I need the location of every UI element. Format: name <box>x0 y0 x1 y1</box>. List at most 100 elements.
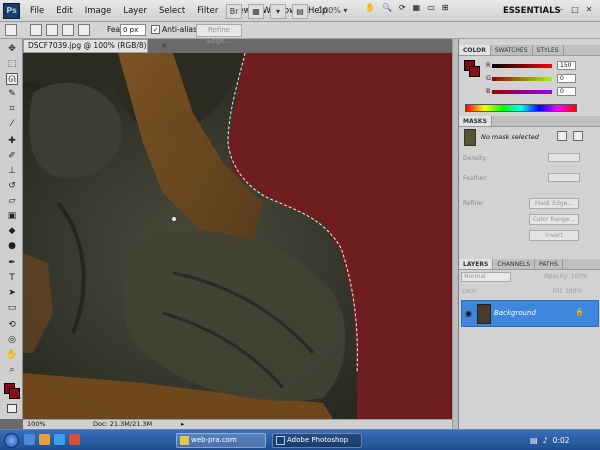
blue-label: B <box>486 87 491 95</box>
feather-input[interactable]: 0 px <box>120 24 146 36</box>
opacity-value[interactable]: 100% <box>571 273 588 280</box>
tab-paths[interactable]: PATHS <box>535 259 563 269</box>
tab-masks[interactable]: MASKS <box>459 116 492 126</box>
workspace-switcher[interactable]: ESSENTIALS <box>503 4 561 18</box>
zoom-icon[interactable]: 🔍 <box>382 3 392 19</box>
status-menu-arrow[interactable]: ▸ <box>181 420 184 429</box>
volume-icon[interactable]: ♪ <box>543 436 548 445</box>
network-icon[interactable]: ▤ <box>530 436 538 445</box>
eyedropper-tool-icon[interactable]: ⁄ <box>6 118 18 130</box>
quick-mask-button[interactable] <box>7 404 17 413</box>
mask-edge-button[interactable]: Mask Edge... <box>529 198 579 209</box>
arrange-icon[interactable]: ▤ <box>292 3 308 19</box>
path-select-tool-icon[interactable]: ➤ <box>6 287 18 299</box>
status-zoom[interactable]: 100% <box>27 420 46 429</box>
background-color-swatch[interactable] <box>9 388 20 399</box>
hand-tool-icon[interactable]: ✋ <box>6 349 18 361</box>
tab-swatches[interactable]: SWATCHES <box>491 45 533 55</box>
zoom-level-select[interactable]: 100% ▾ <box>318 4 358 18</box>
show-desktop-icon[interactable] <box>24 434 35 445</box>
rotate-view-icon[interactable]: ⟳ <box>399 3 406 19</box>
tab-channels[interactable]: CHANNELS <box>493 259 536 269</box>
arrange-docs-icon[interactable]: ⊞ <box>442 3 449 19</box>
tab-styles[interactable]: STYLES <box>533 45 564 55</box>
brush-tool-icon[interactable]: ✐ <box>6 150 18 162</box>
close-button[interactable]: ✕ <box>584 4 594 16</box>
3d-orbit-tool-icon[interactable]: ◎ <box>6 334 18 346</box>
vector-mask-icon[interactable] <box>573 131 583 141</box>
tab-color[interactable]: COLOR <box>459 45 491 55</box>
menu-file[interactable]: File <box>24 0 50 22</box>
extras-icon[interactable]: ▾ <box>270 3 286 19</box>
density-field[interactable] <box>548 153 580 162</box>
3d-rotate-tool-icon[interactable]: ⟲ <box>6 319 18 331</box>
layer-row-background[interactable]: ◉ Background 🔒 <box>461 300 599 327</box>
taskbar-item-browser-label: web-pra.com <box>191 436 237 444</box>
bridge-icon[interactable]: Br <box>226 3 242 19</box>
gradient-tool-icon[interactable]: ▣ <box>6 210 18 222</box>
blue-slider[interactable] <box>492 90 552 94</box>
pen-tool-icon[interactable]: ✒ <box>6 257 18 269</box>
new-selection-icon[interactable] <box>30 24 42 36</box>
menu-filter[interactable]: Filter <box>191 0 224 22</box>
dodge-tool-icon[interactable]: ● <box>6 240 18 252</box>
tab-layers[interactable]: LAYERS <box>459 259 494 269</box>
healing-brush-tool-icon[interactable]: ✚ <box>6 135 18 147</box>
toolbox: ✥ ⬚ ᘏ ✎ ⌗ ⁄ ✚ ✐ ⊥ ↺ ▱ ▣ ◆ ● ✒ T ➤ ▭ ⟲ ◎ … <box>0 39 23 419</box>
green-slider[interactable] <box>492 77 552 81</box>
menu-layer[interactable]: Layer <box>117 0 153 22</box>
red-value-field[interactable]: 150 <box>557 61 576 70</box>
color-background-swatch[interactable] <box>469 66 480 77</box>
menu-edit[interactable]: Edit <box>50 0 78 22</box>
eye-icon[interactable]: ◉ <box>465 309 472 318</box>
taskbar-item-browser[interactable]: web-pra.com <box>176 433 266 448</box>
feather-mask-field[interactable] <box>548 173 580 182</box>
clock[interactable]: 0:02 <box>553 436 570 445</box>
image-canvas[interactable] <box>23 53 452 419</box>
lasso-tool-icon[interactable]: ᘏ <box>6 73 18 85</box>
close-document-icon[interactable]: × <box>161 40 168 52</box>
blue-value-field[interactable]: 0 <box>557 87 576 96</box>
mini-bridge-icon[interactable]: ▦ <box>248 3 264 19</box>
color-spectrum-bar[interactable] <box>465 104 577 112</box>
add-selection-icon[interactable] <box>46 24 58 36</box>
eraser-tool-icon[interactable]: ▱ <box>6 195 18 207</box>
color-range-button[interactable]: Color Range... <box>529 214 579 225</box>
taskbar-item-photoshop[interactable]: Adobe Photoshop CS... <box>272 433 362 450</box>
history-brush-tool-icon[interactable]: ↺ <box>6 180 18 192</box>
opacity-label-text: Opacity: <box>544 273 569 280</box>
red-slider[interactable] <box>492 64 552 68</box>
document-tab[interactable]: DSCF7039.jpg @ 100% (RGB/8) × <box>23 39 168 53</box>
hand-icon[interactable]: ✋ <box>365 3 375 19</box>
subtract-selection-icon[interactable] <box>62 24 74 36</box>
quick-select-tool-icon[interactable]: ✎ <box>6 88 18 100</box>
status-doc-size: Doc: 21.3M/21.3M <box>93 420 153 428</box>
menu-image[interactable]: Image <box>79 0 118 22</box>
grid-icon[interactable]: ▦ <box>413 3 421 19</box>
explorer-icon[interactable] <box>39 434 50 445</box>
firefox-icon[interactable] <box>69 434 80 445</box>
zoom-tool-icon[interactable]: ⌕ <box>6 364 18 376</box>
clone-stamp-tool-icon[interactable]: ⊥ <box>6 165 18 177</box>
type-tool-icon[interactable]: T <box>6 272 18 284</box>
lasso-preset-icon[interactable] <box>5 24 17 36</box>
menu-select[interactable]: Select <box>153 0 191 22</box>
blur-tool-icon[interactable]: ◆ <box>6 225 18 237</box>
move-tool-icon[interactable]: ✥ <box>6 43 18 55</box>
refine-edge-button[interactable]: Refine Edge... <box>196 24 242 45</box>
green-value-field[interactable]: 0 <box>557 74 576 83</box>
maximize-button[interactable]: □ <box>570 4 580 16</box>
intersect-selection-icon[interactable] <box>78 24 90 36</box>
shape-tool-icon[interactable]: ▭ <box>6 302 18 314</box>
start-button[interactable] <box>4 433 19 448</box>
crop-tool-icon[interactable]: ⌗ <box>6 103 18 115</box>
antialias-checkbox[interactable]: ✓ <box>151 25 160 34</box>
minimize-button[interactable]: – <box>556 4 566 16</box>
screen-mode-icon[interactable]: ▭ <box>427 3 435 19</box>
invert-button[interactable]: Invert <box>529 230 579 241</box>
marquee-tool-icon[interactable]: ⬚ <box>6 58 18 70</box>
fill-value[interactable]: 100% <box>565 288 582 295</box>
pixel-mask-icon[interactable] <box>557 131 567 141</box>
blend-mode-select[interactable]: Normal <box>461 272 511 282</box>
ie-icon[interactable] <box>54 434 65 445</box>
